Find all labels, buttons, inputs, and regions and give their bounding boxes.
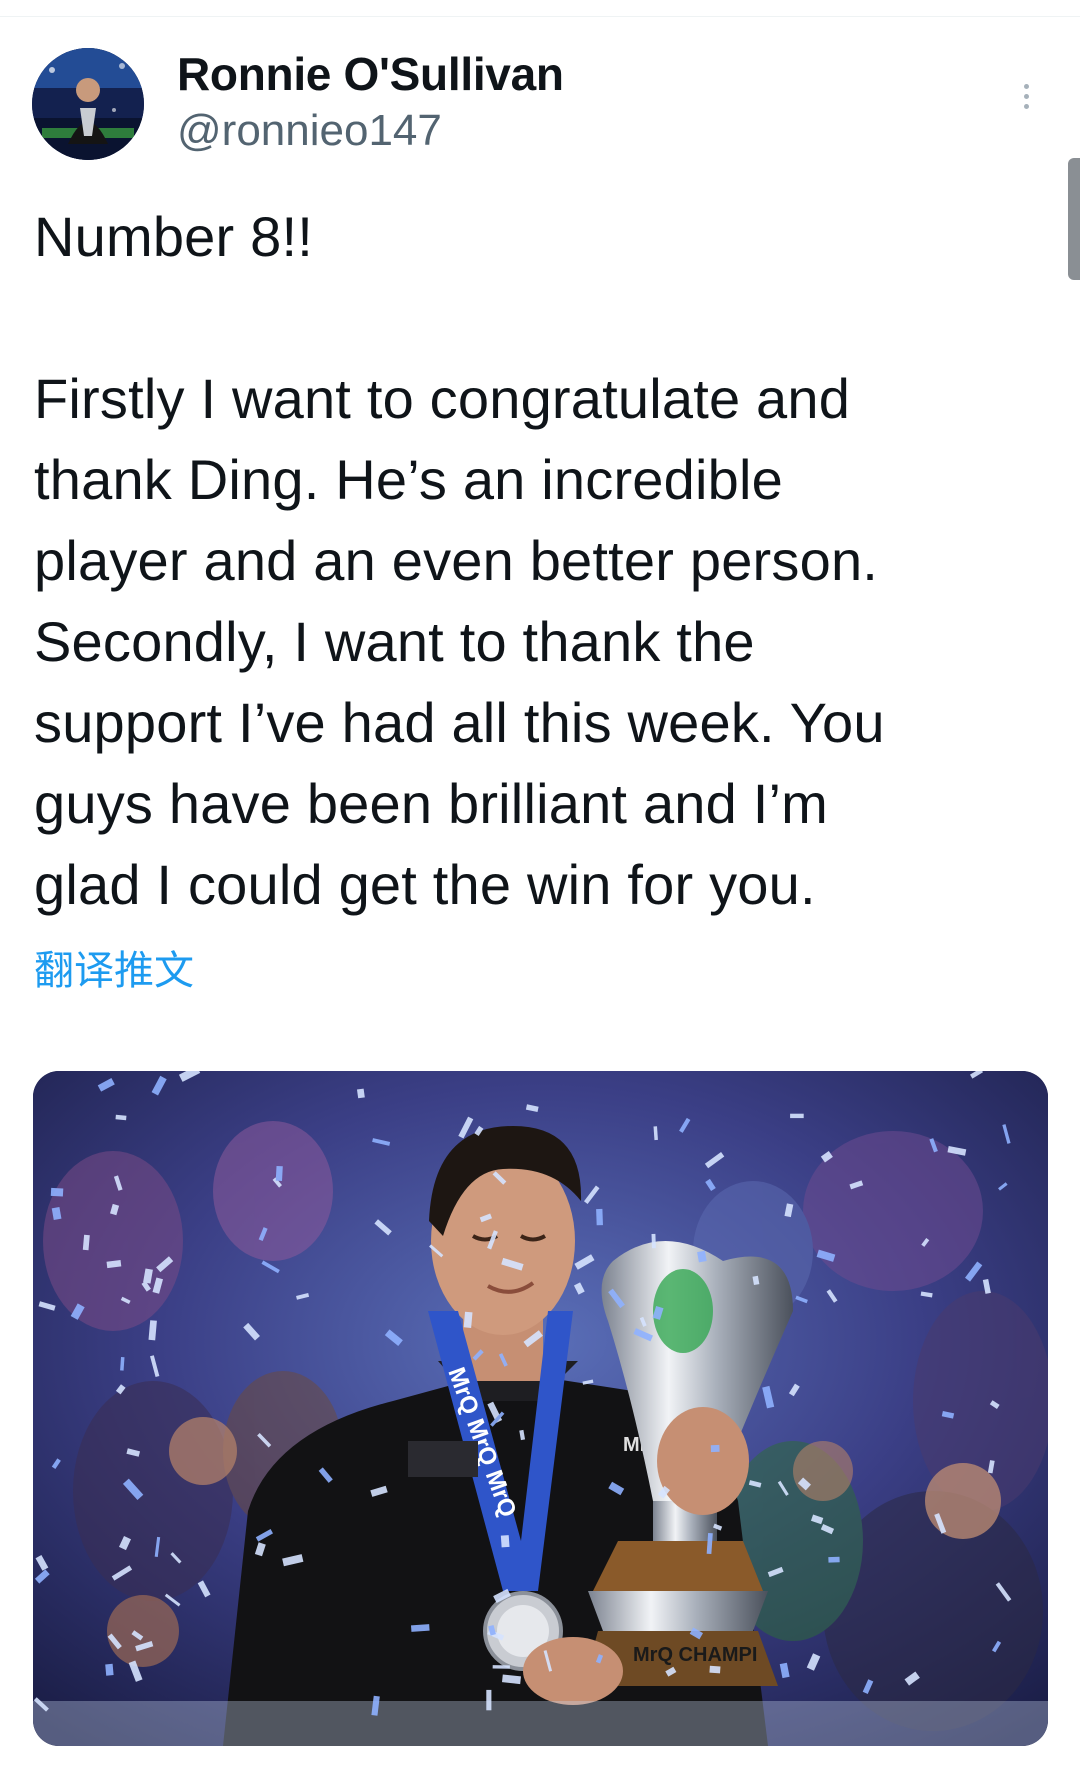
tweet-line: player and an even better person. <box>34 529 879 592</box>
paragraph-break <box>34 277 1044 358</box>
tweet-line: glad I could get the win for you. <box>34 853 816 916</box>
tweet-line: Number 8!! <box>34 205 313 268</box>
trophy-text: MrQ CHAMPI <box>633 1644 757 1666</box>
tweet-text: Number 8!! Firstly I want to congratulat… <box>34 196 1044 925</box>
avatar-image <box>32 48 144 160</box>
user-handle[interactable]: @ronnieo147 <box>177 104 442 158</box>
tweet-line: Secondly, I want to thank the <box>34 610 755 673</box>
trophy-celebration-photo: MrQ MrQ MrQ MrQ MrQ CHAMPI <box>33 1071 1048 1746</box>
display-name[interactable]: Ronnie O'Sullivan <box>177 46 564 102</box>
top-divider <box>0 16 1080 17</box>
translate-tweet-link[interactable]: 翻译推文 <box>34 943 194 999</box>
avatar[interactable] <box>32 48 144 160</box>
tweet-photo[interactable]: MrQ MrQ MrQ MrQ MrQ CHAMPI <box>33 1071 1048 1746</box>
tweet-line: guys have been brilliant and I’m <box>34 772 828 835</box>
tweet-screen: Ronnie O'Sullivan @ronnieo147 Number 8!!… <box>0 0 1080 1786</box>
tweet-line: support I’ve had all this week. You <box>34 691 885 754</box>
more-vertical-icon[interactable] <box>1012 72 1040 120</box>
scrollbar-thumb[interactable] <box>1068 158 1080 280</box>
tweet-line: thank Ding. He’s an incredible <box>34 448 783 511</box>
tweet-line: Firstly I want to congratulate and <box>34 367 851 430</box>
